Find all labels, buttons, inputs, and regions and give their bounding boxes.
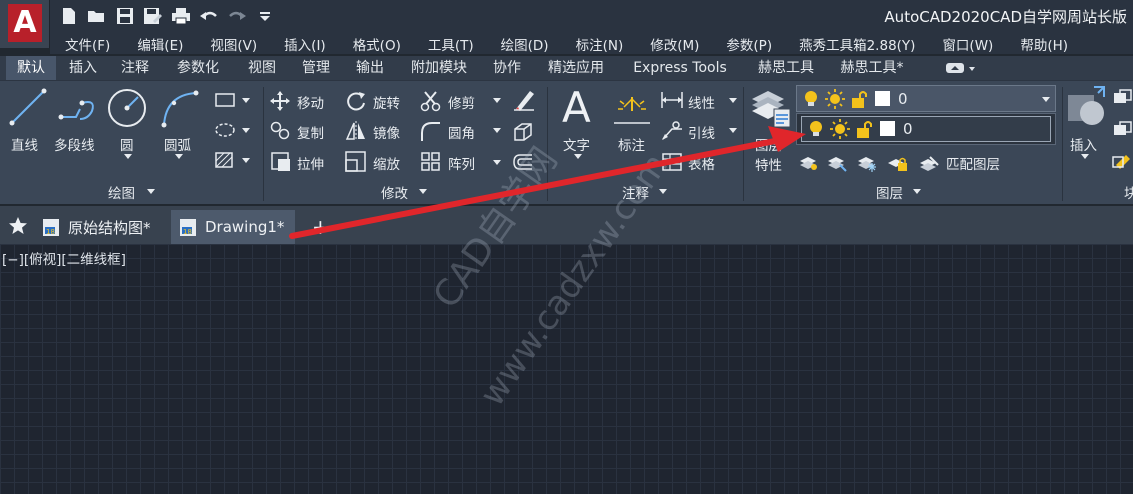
annotation-arrow <box>289 126 806 239</box>
